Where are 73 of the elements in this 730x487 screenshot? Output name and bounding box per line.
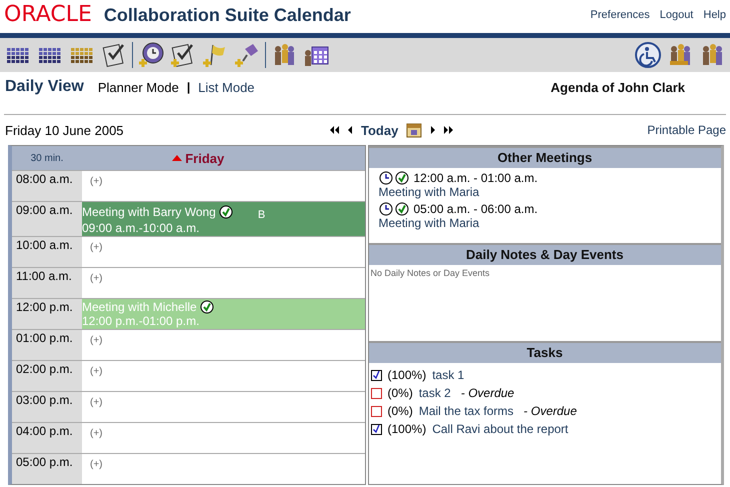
- task-link[interactable]: Call Ravi about the report: [432, 422, 568, 436]
- empty-message: No Daily Notes or Day Events: [370, 268, 490, 278]
- add-link[interactable]: (+): [90, 397, 102, 408]
- add-link[interactable]: (+): [90, 176, 102, 187]
- view-title: Daily View: [5, 78, 84, 96]
- task-link[interactable]: task 1: [432, 368, 464, 382]
- overdue-label: - Overdue: [460, 386, 514, 400]
- task-percent: (0%): [388, 386, 413, 400]
- add-link[interactable]: (+): [90, 459, 102, 470]
- interval-label: 30 min.: [30, 152, 64, 164]
- time-cell-text: 03:00 p.m.: [15, 392, 74, 409]
- agenda-owner: Agenda of John Clark: [550, 80, 685, 94]
- add-link[interactable]: (+): [90, 242, 102, 253]
- meeting-title: Meeting with Michelle: [82, 300, 197, 314]
- meeting-time: 12:00 p.m.-01:00 p.m.: [82, 314, 200, 328]
- task-link[interactable]: task 2: [418, 386, 451, 400]
- confirmed-icon: [394, 171, 408, 185]
- time-cell-text: 11:00 a.m.: [15, 268, 73, 285]
- meeting-time: 09:00 a.m.-10:00 a.m.: [82, 221, 200, 235]
- header-link[interactable]: Preferences: [590, 9, 650, 21]
- clock-icon: [378, 171, 392, 185]
- task-percent: (0%): [388, 404, 413, 418]
- confirmed-icon: [218, 205, 233, 219]
- time-cell-text: 08:00 a.m.: [15, 171, 74, 188]
- checkbox[interactable]: [370, 388, 382, 398]
- calendar-icon[interactable]: [406, 122, 422, 138]
- add-link[interactable]: (+): [90, 366, 102, 377]
- section-title: Daily Notes & Day Events: [466, 247, 624, 262]
- today-link[interactable]: Today: [361, 122, 398, 138]
- first-icon[interactable]: [330, 126, 340, 134]
- task-percent: (100%): [388, 368, 426, 382]
- time-cell-text: 05:00 p.m.: [15, 454, 74, 471]
- checkbox[interactable]: [370, 424, 382, 434]
- separator-text: |: [186, 80, 190, 94]
- checkbox[interactable]: [370, 370, 382, 380]
- add-link[interactable]: (+): [90, 335, 102, 346]
- header-link[interactable]: Logout: [660, 9, 694, 21]
- mode-link[interactable]: List Mode: [198, 80, 255, 94]
- confirmed-icon: [200, 300, 214, 314]
- clock-icon[interactable]: [137, 41, 165, 69]
- mode-link[interactable]: Planner Mode: [98, 80, 179, 94]
- time-cell-text: 01:00 p.m.: [15, 330, 74, 347]
- meeting-time: 12:00 a.m. - 01:00 a.m.: [414, 171, 538, 185]
- meeting-title: Meeting with Barry Wong: [82, 205, 216, 219]
- section-title: Tasks: [526, 345, 563, 360]
- day-heading: Friday: [185, 150, 224, 166]
- time-cell-text: 09:00 a.m.: [15, 202, 74, 219]
- logo: ORACLE: [4, 1, 92, 29]
- accessibility-icon[interactable]: [634, 41, 662, 69]
- add-link[interactable]: (+): [90, 273, 102, 284]
- confirmed-icon: [394, 202, 408, 216]
- meeting-time: 05:00 a.m. - 06:00 a.m.: [414, 202, 538, 216]
- time-cell-text: 10:00 a.m.: [15, 237, 74, 254]
- add-link[interactable]: (+): [90, 428, 102, 439]
- time-cell-text: 02:00 p.m.: [15, 361, 74, 378]
- previous-icon[interactable]: [348, 126, 353, 134]
- checkbox[interactable]: [370, 406, 382, 416]
- header-link[interactable]: Help: [703, 9, 726, 21]
- meeting-link[interactable]: Meeting with Maria: [378, 216, 480, 230]
- meeting-marker: B: [258, 209, 266, 221]
- section-title: Other Meetings: [497, 150, 592, 165]
- task-link[interactable]: Mail the tax forms: [418, 404, 514, 418]
- overdue-label: - Overdue: [524, 404, 577, 418]
- app-title: Collaboration Suite Calendar: [104, 4, 351, 26]
- time-cell-text: 04:00 p.m.: [15, 423, 74, 440]
- last-icon[interactable]: [443, 126, 454, 134]
- current-date: Friday 10 June 2005: [5, 122, 125, 138]
- task-percent: (100%): [388, 422, 426, 436]
- printable-page-link[interactable]: Printable Page: [647, 123, 726, 137]
- clock-icon: [378, 202, 392, 216]
- meeting-link[interactable]: Meeting with Maria: [378, 185, 480, 199]
- time-cell-text: 12:00 p.m.: [15, 299, 74, 316]
- next-icon[interactable]: [430, 126, 436, 134]
